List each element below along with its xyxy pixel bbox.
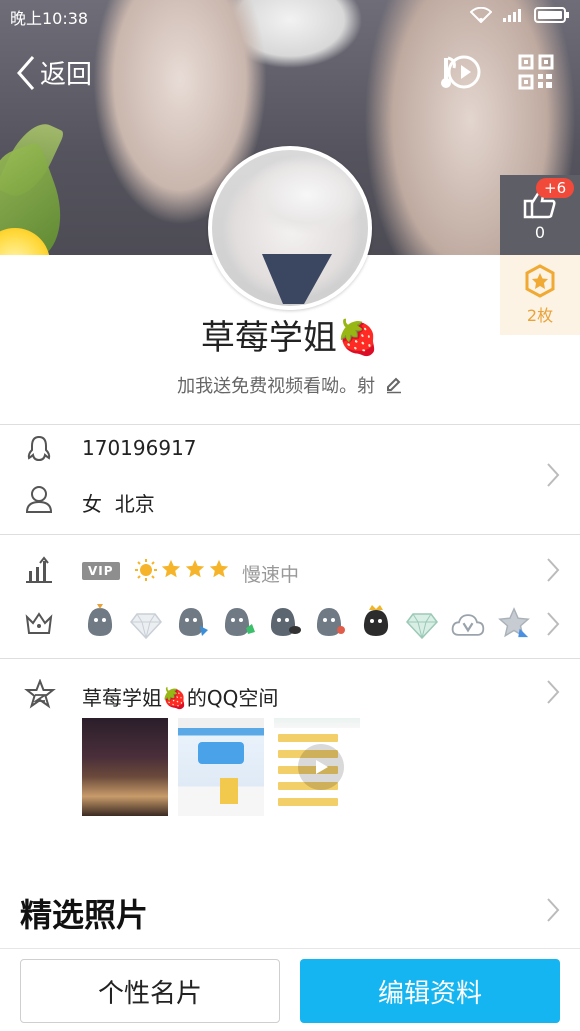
qzone-title: 草莓学姐🍓的QQ空间 <box>82 686 279 710</box>
signature-text: 加我送免费视频看呦。射 <box>177 376 376 397</box>
badge-list <box>82 600 532 640</box>
qzone-thumbnail[interactable] <box>178 718 264 816</box>
star-icon <box>185 559 205 578</box>
info-section[interactable]: 170196917 女 北京 <box>0 424 580 534</box>
penguin-badge-icon <box>220 600 256 640</box>
sun-icon <box>135 559 157 581</box>
pencil-icon[interactable] <box>385 376 403 394</box>
back-button[interactable]: 返回 <box>16 54 92 91</box>
person-icon <box>24 484 54 518</box>
bottom-bar: 个性名片 编辑资料 <box>0 948 580 1031</box>
qzone-star-icon <box>24 678 56 713</box>
chevron-right-icon <box>545 679 561 709</box>
qzone-thumbnail[interactable] <box>82 718 168 816</box>
diamond-badge-icon <box>128 600 164 640</box>
like-increment-badge: +6 <box>536 178 575 198</box>
chevron-right-icon <box>545 611 561 641</box>
wifi-icon <box>469 6 493 27</box>
music-icon[interactable] <box>440 52 482 96</box>
level-icons <box>134 558 230 582</box>
play-icon <box>298 744 344 790</box>
chevron-left-icon <box>17 55 35 90</box>
status-time: 晚上10:38 <box>10 9 89 28</box>
vip-tag: VIP <box>82 562 120 580</box>
level-up-icon <box>24 555 54 589</box>
back-label: 返回 <box>40 60 93 90</box>
star-icon <box>209 559 229 578</box>
personal-card-button[interactable]: 个性名片 <box>20 959 280 1023</box>
profile-nickname: 草莓学姐🍓 <box>200 318 380 358</box>
star-icon <box>161 559 181 578</box>
star-medal-icon <box>525 264 555 298</box>
chevron-right-icon[interactable] <box>545 897 561 927</box>
section-title-featured-photos: 精选照片 <box>20 896 149 934</box>
vip-status: 慢速中 <box>242 564 300 586</box>
penguin-badge-icon <box>266 600 302 640</box>
penguin-badge-icon <box>174 600 210 640</box>
avatar[interactable] <box>208 146 372 310</box>
penguin-badge-icon <box>312 600 348 640</box>
crown-icon <box>24 609 54 641</box>
qzone-thumbnail[interactable] <box>274 718 360 816</box>
signal-icon <box>502 7 524 27</box>
gender-location: 女 北京 <box>82 492 155 516</box>
qq-penguin-icon <box>24 434 54 468</box>
edit-profile-button[interactable]: 编辑资料 <box>300 959 560 1023</box>
diamond-badge-icon <box>404 600 440 640</box>
battery-icon <box>534 7 570 27</box>
chevron-right-icon <box>545 462 561 492</box>
qr-code-icon[interactable] <box>518 54 554 94</box>
penguin-crown-badge-icon <box>358 600 394 640</box>
avatar-detail <box>262 254 332 304</box>
profile-signature[interactable]: 加我送免费视频看呦。射 <box>0 372 580 398</box>
star-badge-icon <box>496 600 532 640</box>
cloud-vip-badge-icon <box>450 600 486 640</box>
like-count: 0 <box>534 222 546 242</box>
status-bar: 晚上10:38 <box>0 0 580 34</box>
qq-number: 170196917 <box>82 436 197 460</box>
top-nav: 返回 <box>0 50 580 96</box>
chevron-right-icon <box>545 557 561 587</box>
qzone-thumbnails <box>82 718 360 816</box>
penguin-badge-icon <box>82 600 118 640</box>
